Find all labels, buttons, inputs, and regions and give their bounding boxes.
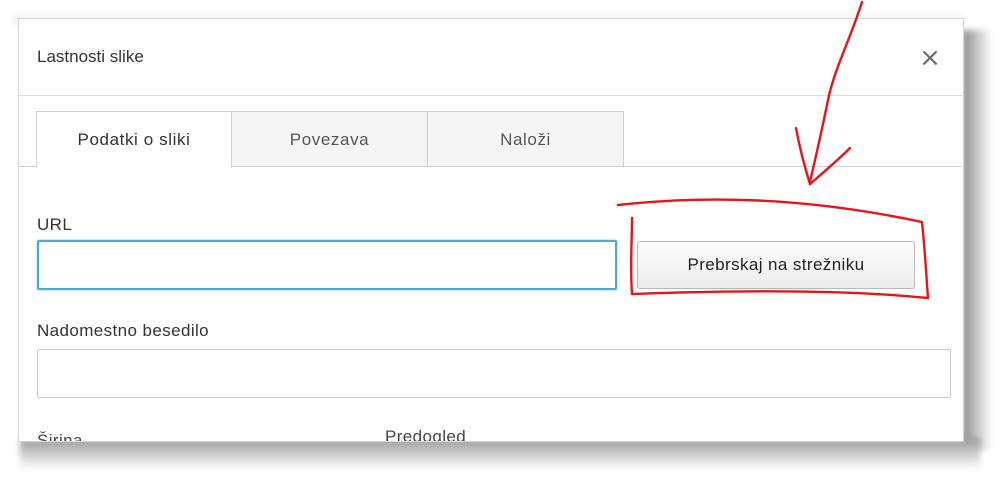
browse-server-button[interactable]: Prebrskaj na strežniku [637, 241, 915, 289]
dialog-shadow-right [962, 30, 992, 450]
alt-text-label: Nadomestno besedilo [37, 321, 210, 340]
tab-link[interactable]: Povezava [231, 111, 428, 167]
image-properties-dialog: Lastnosti slike × Podatki o sliki Poveza… [18, 18, 964, 442]
tab-upload[interactable]: Naloži [427, 111, 624, 167]
url-label: URL [37, 215, 73, 234]
url-input[interactable] [37, 240, 617, 290]
active-tab-gap [37, 166, 231, 167]
screenshot-stage: Lastnosti slike × Podatki o sliki Poveza… [0, 0, 1001, 483]
alt-text-input[interactable] [37, 349, 951, 398]
tab-image-info[interactable]: Podatki o sliki [36, 111, 232, 168]
width-label: Širina [37, 431, 83, 442]
dialog-header: Lastnosti slike × [19, 19, 963, 96]
preview-label: Predogled [385, 427, 467, 442]
close-icon[interactable]: × [917, 43, 943, 73]
dialog-shadow-bottom [20, 438, 980, 470]
tab-bar: Podatki o sliki Povezava Naloži [19, 111, 963, 168]
dialog-title: Lastnosti slike [37, 47, 144, 66]
